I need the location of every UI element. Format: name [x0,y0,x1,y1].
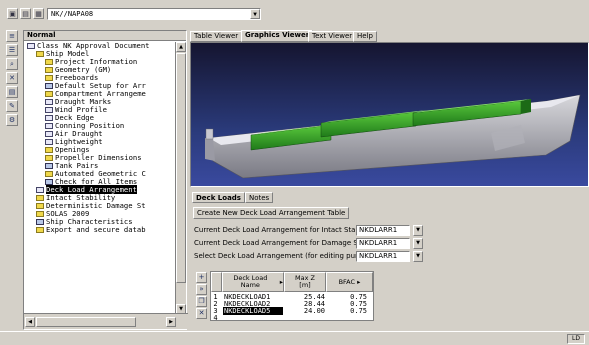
properties-icon[interactable]: ▦ [33,8,44,19]
document-icon [27,43,35,49]
tree-header: Normal [24,31,186,41]
copy-icon[interactable]: ❐ [196,296,207,307]
deck-loads-subtabs: Deck Loads Notes [192,192,274,203]
project-tree: Class NK Approval Document Ship Model Proj… [24,42,176,314]
tree-horizontal-scrollbar[interactable]: ◀ ▶ [24,313,188,329]
path-value: NK//NAPA08 [51,10,94,18]
table-row[interactable]: 4 [211,314,373,322]
tree-item[interactable]: Geometry (GM) [24,66,176,74]
folder-icon [45,171,53,177]
document-icon [45,115,53,121]
document-icon [45,99,53,105]
new-row-icon[interactable]: + [196,272,207,283]
sort-icon: ▸ [277,277,283,286]
side-toolbar: ≡ ☰ ⌕ ✕ ▤ ✎ ⚙ [6,30,20,330]
edit-arrangement-select[interactable]: NKDLARR1 [356,251,410,262]
document-icon [45,131,53,137]
folder-icon [36,195,44,201]
column-header-maxz[interactable]: Max Z [m] [284,272,326,292]
intact-stability-label: Current Deck Load Arrangement for Intact… [194,226,373,234]
properties-icon[interactable]: ▤ [6,86,18,98]
tree-item[interactable]: Export and secure datab [24,226,176,234]
folder-icon [45,67,53,73]
folder-icon [36,211,44,217]
grid-toolbar: + » ❐ ✕ [196,272,208,320]
ship-3d-model [191,43,588,186]
tree-view-icon[interactable]: ≡ [6,30,18,42]
column-header-bfac[interactable]: BFAC ▸ [326,272,373,292]
document-icon [45,123,53,129]
chevron-down-icon[interactable]: ▼ [250,9,260,19]
path-combobox[interactable]: NK//NAPA08 ▼ [47,8,261,20]
status-bar: LD [0,331,589,345]
folder-icon [36,203,44,209]
folder-icon [45,75,53,81]
delete-icon[interactable]: ✕ [196,308,207,319]
tree-vertical-scrollbar[interactable]: ▲ ▼ [175,42,186,314]
folder-icon [36,227,44,233]
project-tree-panel: Normal Class NK Approval Document Ship Mo… [23,30,188,330]
table-icon [45,83,53,89]
row-number: 4 [213,314,218,322]
status-indicator: LD [567,334,585,344]
scroll-left-icon[interactable]: ◀ [25,317,35,327]
scroll-right-icon[interactable]: ▶ [166,317,176,327]
document-icon [36,187,44,193]
graphics-viewer[interactable] [190,42,589,187]
chevron-down-icon[interactable]: ▼ [413,225,423,236]
tab-2[interactable]: Text Viewer [308,31,357,42]
folder-icon [45,155,53,161]
create-deck-load-table-button[interactable]: Create New Deck Load Arrangement Table [193,207,350,219]
deck-loads-panel: Deck Loads Notes Create New Deck Load Arr… [190,188,589,330]
tree-item[interactable]: Propeller Dimensions [24,154,176,162]
table-header: Deck Load Name ▸ Max Z [m] BFAC ▸ [211,272,373,292]
sort-icon: ▸ [355,277,361,286]
tree-item[interactable]: Wind Profile [24,106,176,114]
settings-icon[interactable]: ⚙ [6,114,18,126]
folder-icon [45,147,53,153]
scroll-thumb[interactable] [36,317,136,327]
edit-icon[interactable]: ✎ [6,100,18,112]
viewer-tabs: Table Viewer Graphics Viewer Text Viewer He… [190,30,589,42]
tree-item[interactable]: Lightweight [24,138,176,146]
insert-icon[interactable]: » [196,284,207,295]
chevron-down-icon[interactable]: ▼ [413,238,423,249]
list-icon[interactable]: ☰ [6,44,18,56]
delete-icon[interactable]: ✕ [6,72,18,84]
document-icon [45,139,53,145]
subtab-0[interactable]: Deck Loads [192,192,245,203]
folder-icon [36,51,44,57]
edit-arrangement-label: Select Deck Load Arrangement (for editin… [194,252,378,260]
subtab-1[interactable]: Notes [244,192,274,203]
search-icon[interactable]: ⌕ [6,58,18,70]
document-icon [45,107,53,113]
tree-item-label: Export and secure datab [46,225,146,234]
folder-icon [45,91,53,97]
open-icon[interactable]: ▣ [7,8,18,19]
tab-0[interactable]: Table Viewer [190,31,243,42]
tab-3[interactable]: Help [353,31,377,42]
top-toolbar: ▣ ▤ ▦ NK//NAPA08 ▼ [0,0,589,28]
table-icon [36,219,44,225]
damage-arrangement-select[interactable]: NKDLARR1 [356,238,410,249]
row-number-header [211,272,222,292]
scroll-thumb[interactable] [176,53,186,283]
scroll-up-icon[interactable]: ▲ [176,42,186,52]
tab-1[interactable]: Graphics Viewer [241,30,314,42]
deck-load-table: Deck Load Name ▸ Max Z [m] BFAC ▸ 1 NKDEC… [210,271,374,322]
save-icon[interactable]: ▤ [20,8,31,19]
table-icon [45,163,53,169]
column-header-name[interactable]: Deck Load Name ▸ [222,272,284,292]
folder-icon [45,59,53,65]
chevron-down-icon[interactable]: ▼ [413,251,423,262]
damage-stability-label: Current Deck Load Arrangement for Damage… [194,239,383,247]
intact-arrangement-select[interactable]: NKDLARR1 [356,225,410,236]
